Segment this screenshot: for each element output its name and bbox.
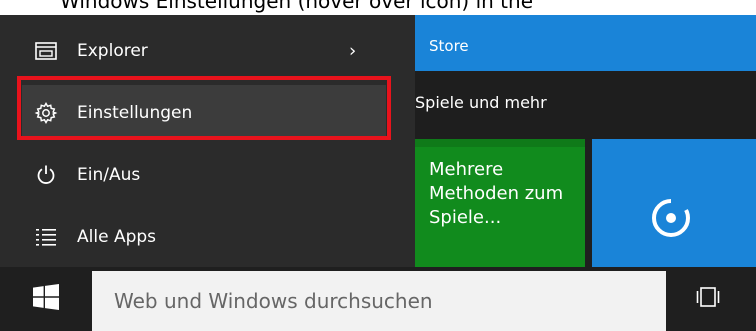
- start-item-label: Ein/Aus: [77, 165, 141, 185]
- live-tiles-area: Store Spiele und mehr Mehrere Methoden z…: [415, 15, 756, 267]
- start-button[interactable]: [0, 267, 92, 331]
- start-item-label: Alle Apps: [77, 227, 157, 247]
- windows-logo-icon: [33, 284, 59, 314]
- groove-music-icon: [648, 195, 694, 241]
- start-item-all-apps[interactable]: Alle Apps: [0, 206, 415, 268]
- all-apps-list-icon: [34, 225, 58, 249]
- tile-group-header: Spiele und mehr: [415, 71, 756, 139]
- start-menu-left-column: Explorer › Einstellungen Ein/Aus Alle Ap…: [0, 15, 415, 267]
- start-item-power[interactable]: Ein/Aus: [0, 144, 415, 206]
- task-view-button[interactable]: [680, 267, 736, 331]
- caption-text-strip: Windows Einstellungen (hover over icon) …: [0, 0, 756, 15]
- caption-text: Windows Einstellungen (hover over icon) …: [60, 0, 533, 13]
- settings-highlight-frame: [17, 76, 391, 140]
- store-tile[interactable]: Store: [415, 15, 756, 71]
- taskbar: [0, 267, 756, 331]
- start-item-explorer[interactable]: Explorer ›: [0, 20, 415, 82]
- chevron-right-icon: ›: [349, 40, 357, 62]
- store-tile-label: Store: [429, 37, 469, 55]
- music-tile[interactable]: [592, 139, 756, 267]
- task-view-icon: [696, 285, 720, 313]
- file-explorer-icon: [34, 39, 58, 63]
- games-tile[interactable]: Mehrere Methoden zum Spiele...: [415, 139, 585, 267]
- search-box[interactable]: [92, 271, 666, 331]
- start-item-label: Explorer: [77, 41, 148, 61]
- games-tile-text: Mehrere Methoden zum Spiele...: [429, 159, 564, 228]
- search-input[interactable]: [92, 271, 666, 331]
- tile-group-label: Spiele und mehr: [415, 93, 547, 112]
- games-tile-strip: [415, 139, 585, 147]
- power-icon: [34, 163, 58, 187]
